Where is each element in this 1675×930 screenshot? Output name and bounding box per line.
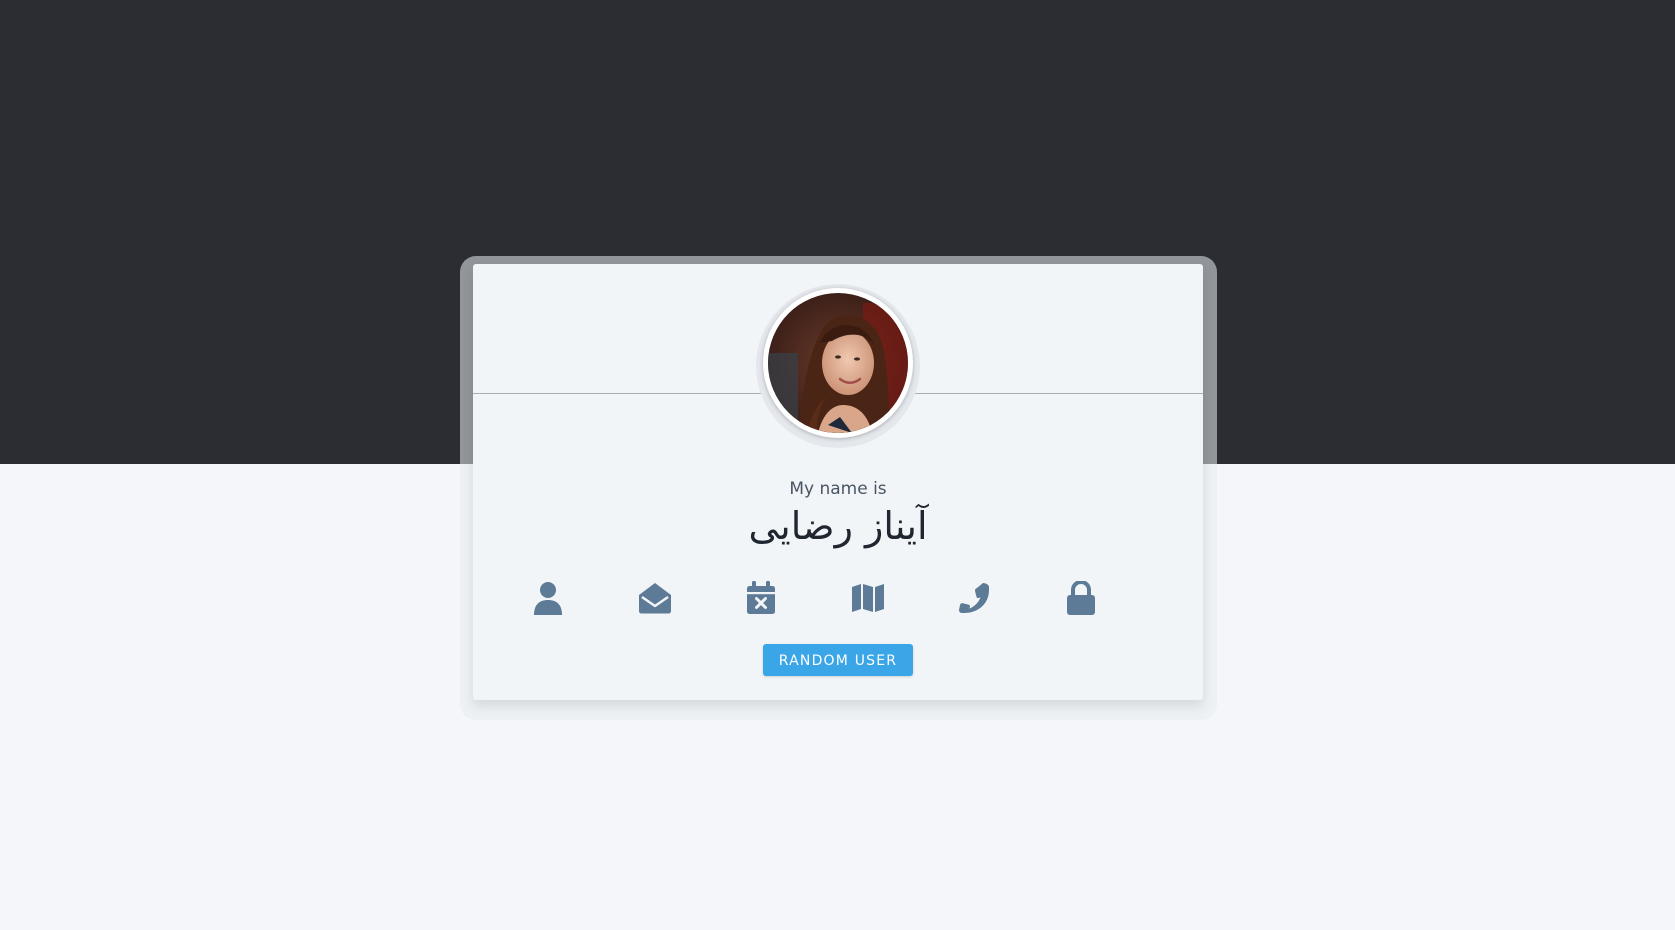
user-icon[interactable]	[528, 578, 568, 618]
page: My name is آیناز رضایی RANDOM USER	[0, 0, 1675, 930]
avatar	[768, 293, 908, 433]
avatar-frame	[763, 288, 913, 438]
envelope-open-icon[interactable]	[635, 578, 675, 618]
name-label: My name is	[789, 479, 887, 499]
phone-icon[interactable]	[954, 578, 994, 618]
avatar-photo	[768, 293, 908, 433]
lock-icon[interactable]	[1061, 578, 1101, 618]
user-card: My name is آیناز رضایی RANDOM USER	[473, 264, 1203, 700]
random-user-button[interactable]: RANDOM USER	[763, 644, 913, 676]
calendar-x-icon[interactable]	[741, 578, 781, 618]
map-icon[interactable]	[848, 578, 888, 618]
user-name: آیناز رضایی	[748, 504, 928, 548]
info-icon-bar	[473, 578, 1203, 618]
